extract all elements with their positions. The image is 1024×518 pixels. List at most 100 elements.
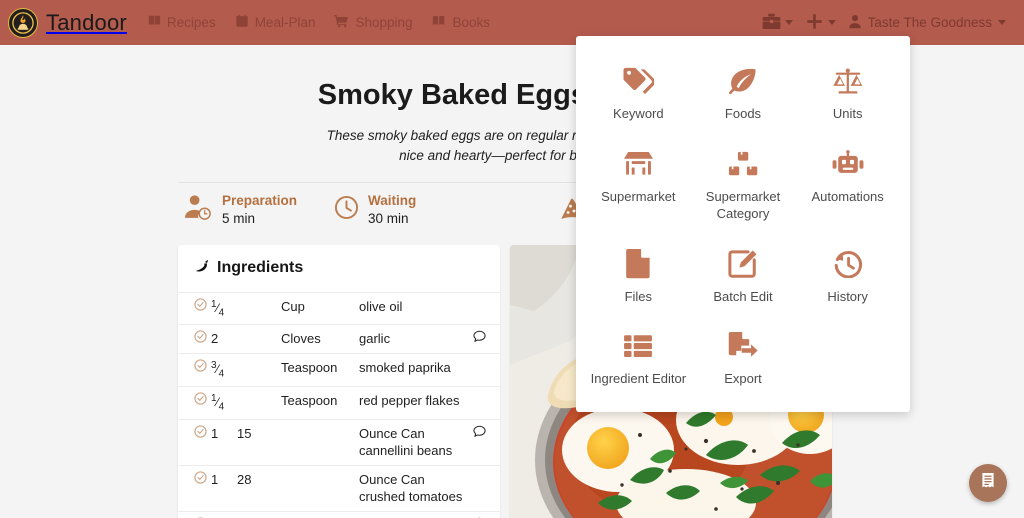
nav-link-label: Books (452, 15, 491, 30)
ingredient-amount-secondary (235, 386, 279, 419)
ingredient-name: garlic (359, 331, 391, 347)
ingredient-check[interactable] (178, 419, 209, 465)
user-icon (848, 14, 862, 32)
meta-preparation: Preparation 5 min (184, 193, 334, 227)
toolbox-item-supermarket-category[interactable]: Supermarket Category (691, 137, 796, 231)
ingredient-note (471, 293, 500, 325)
meta-label: Waiting (368, 193, 417, 209)
ingredient-check[interactable] (178, 511, 209, 518)
toolbox-item-label: Ingredient Editor (590, 371, 687, 387)
toolbox-item-foods[interactable]: Foods (691, 54, 796, 131)
calendar-icon (235, 14, 249, 31)
ingredient-amount (209, 511, 235, 518)
ingredients-heading: Ingredients (178, 245, 500, 293)
chevron-down-icon (784, 20, 793, 25)
ingredient-note[interactable] (471, 419, 500, 465)
ingredient-check[interactable] (178, 325, 209, 354)
ingredient-note (471, 386, 500, 419)
toolbox-item-ingredient-editor[interactable]: Ingredient Editor (586, 319, 691, 396)
nav-link-shopping[interactable]: Shopping (334, 14, 413, 31)
toolbox-item-label: Supermarket Category (705, 188, 781, 222)
toolbox-item-files[interactable]: Files (586, 237, 691, 314)
ingredient-note[interactable] (471, 511, 500, 518)
ingredient-check[interactable] (178, 293, 209, 325)
ingredient-name: olive oil (359, 298, 403, 314)
toolbox-item-keyword[interactable]: Keyword (586, 54, 691, 131)
plus-icon (805, 12, 824, 34)
toolbox-item-label: Units (832, 106, 863, 121)
ingredient-unit: Cup (281, 298, 305, 314)
nav-link-books[interactable]: Books (432, 14, 491, 31)
ingredient-row[interactable]: 1 15 Ounce Can cannellini beans (178, 419, 500, 466)
toolbox-item-history[interactable]: History (795, 237, 900, 314)
toolbox-dropdown-menu: Keyword Foods Units Supermarket Supermar… (576, 36, 910, 412)
nav-link-recipes[interactable]: Recipes (147, 14, 216, 31)
user-menu-button[interactable]: Taste The Goodness (844, 11, 1010, 35)
toolbox-icon (762, 13, 781, 33)
chili-pepper-icon (194, 258, 210, 279)
ingredient-name: smoked paprika (359, 359, 451, 375)
ingredient-unit: Teaspoon (281, 392, 338, 408)
store-icon (623, 147, 654, 181)
ingredients-table-body: 1⁄4 Cup olive oil 2 Cloves garlic 3⁄4 Teaspoon s… (178, 293, 500, 518)
leaf-icon (728, 64, 758, 98)
robot-icon (832, 147, 864, 181)
toolbox-item-units[interactable]: Units (795, 54, 900, 131)
tags-icon (622, 64, 655, 98)
file-export-icon (728, 329, 758, 363)
toolbox-item-label: Supermarket (601, 188, 676, 204)
toolbox-dropdown-grid: Keyword Foods Units Supermarket Supermar… (586, 54, 900, 396)
balance-scale-icon (832, 64, 864, 98)
ingredient-row[interactable]: Handful of fresh baby spinach (178, 511, 500, 518)
shopping-list-fab[interactable] (969, 464, 1007, 502)
ingredient-amount: 1⁄4 (211, 392, 225, 413)
toolbox-item-supermarket[interactable]: Supermarket (586, 137, 691, 231)
ingredient-unit: Teaspoon (281, 359, 338, 375)
toolbox-item-batch-edit[interactable]: Batch Edit (691, 237, 796, 314)
circle-check-icon (194, 359, 207, 377)
navbar-right: Taste The Goodness (758, 9, 1010, 37)
meta-waiting: Waiting 30 min (334, 193, 484, 227)
ingredient-check[interactable] (178, 386, 209, 419)
ingredient-amount-secondary (235, 511, 279, 518)
preparation-icon (184, 194, 213, 226)
brand-logo-link[interactable]: Tandoor (8, 7, 127, 38)
ingredient-amount: 2 (211, 331, 219, 347)
list-table-icon (623, 329, 653, 363)
ingredient-amount: 1⁄4 (211, 298, 225, 318)
add-menu-button[interactable] (801, 9, 840, 37)
toolbox-item-label: Foods (724, 106, 762, 121)
ingredient-amount: 1 (211, 425, 219, 441)
receipt-icon (979, 472, 997, 495)
meta-value: 30 min (368, 211, 409, 227)
toolbox-item-export[interactable]: Export (691, 319, 796, 396)
chevron-down-icon (827, 20, 836, 25)
circle-check-icon (194, 330, 207, 348)
toolbox-menu-button[interactable] (758, 10, 797, 36)
toolbox-item-label: Batch Edit (713, 288, 773, 304)
ingredient-unit: Cloves (281, 331, 321, 347)
toolbox-item-label: Export (724, 371, 762, 387)
circle-check-icon (194, 392, 207, 410)
ingredient-check[interactable] (178, 353, 209, 386)
nav-link-meal-plan[interactable]: Meal-Plan (235, 14, 315, 31)
toolbox-item-automations[interactable]: Automations (795, 137, 900, 231)
meta-waiting-text: Waiting 30 min (368, 193, 416, 227)
ingredient-row[interactable]: 1⁄4 Teaspoon red pepper flakes (178, 386, 500, 420)
nav-link-label: Shopping (355, 15, 413, 30)
meta-value: 5 min (222, 211, 256, 227)
toolbox-item-label: Automations (811, 188, 884, 204)
ingredient-note (471, 465, 500, 511)
shopping-cart-icon (334, 14, 349, 31)
ingredient-row[interactable]: 1 28 Ounce Can crushed tomatoes (178, 465, 500, 512)
ingredients-table: 1⁄4 Cup olive oil 2 Cloves garlic 3⁄4 Teaspoon s… (178, 293, 500, 518)
ingredient-row[interactable]: 2 Cloves garlic (178, 325, 500, 354)
nav-link-label: Recipes (166, 15, 216, 30)
toolbox-item-label: History (827, 288, 868, 304)
ingredient-row[interactable]: 3⁄4 Teaspoon smoked paprika (178, 353, 500, 387)
ingredient-note[interactable] (471, 325, 500, 354)
tandoor-flame-logo-icon (8, 7, 38, 38)
ingredient-row[interactable]: 1⁄4 Cup olive oil (178, 293, 500, 325)
books-icon (432, 14, 447, 31)
ingredient-check[interactable] (178, 465, 209, 511)
